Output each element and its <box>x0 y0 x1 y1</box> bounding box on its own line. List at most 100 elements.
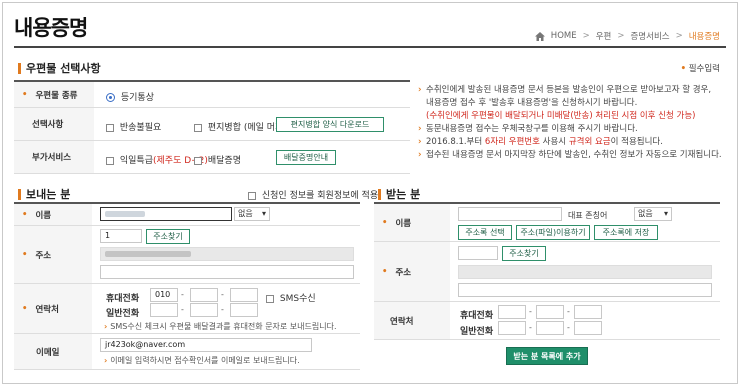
breadcrumb-sep: > <box>582 31 590 41</box>
label-receiver-name: • 이름 <box>374 204 450 241</box>
delivery-proof-info-button[interactable]: 배달증명안내 <box>276 150 336 165</box>
receiver-phone-2[interactable] <box>536 321 564 335</box>
sender-zip-input[interactable]: 1 <box>100 229 142 243</box>
row-receiver-address: • 주소 주소찾기 <box>374 242 720 302</box>
receiver-title-select[interactable]: 없음 <box>634 207 672 221</box>
label-addl-service: 부가서비스 <box>14 141 94 173</box>
info-item: 동문내용증명 접수는 우체국창구를 이용해 주시기 바랍니다. <box>418 123 722 136</box>
info-item: 접수된 내용증명 문서 마지막장 하단에 발송인, 수취인 정보가 자동으로 기… <box>418 149 722 162</box>
label-receiver-contact: 연락처 <box>374 302 450 339</box>
breadcrumb-item[interactable]: 우편 <box>596 30 612 42</box>
sender-phone-3[interactable] <box>230 303 258 317</box>
info-item: 수취인에게 발송된 내용증명 문서 등본을 발송인이 우편으로 받아보고자 할 … <box>418 84 722 97</box>
section-title-sender: 보내는 분 <box>18 186 70 202</box>
checkbox-label: SMS수신 <box>279 294 316 304</box>
receiver-phone-label: 일반전화 <box>460 327 494 337</box>
return-unneeded-checkbox[interactable]: 반송불필요 <box>106 120 161 133</box>
receiver-mobile-3[interactable] <box>574 305 602 319</box>
rep-title-label: 대표 존칭어 <box>568 211 608 220</box>
checkbox-icon[interactable] <box>106 123 114 132</box>
dash: - <box>529 307 532 316</box>
receiver-address-line2[interactable] <box>458 283 712 297</box>
info-item: 2016.8.1.부터 6자리 우편번호 사용시 규격외 요금이 적용됩니다. <box>418 136 722 149</box>
mail-type-radio[interactable]: 등기통상 <box>106 90 154 103</box>
checkbox-icon[interactable] <box>106 156 114 165</box>
radio-icon[interactable] <box>106 93 115 102</box>
row-mail-type: • 우편물 종류 등기통상 <box>14 82 410 108</box>
receiver-mobile-label: 휴대전화 <box>460 311 494 321</box>
row-addl-service: 부가서비스 익일특급(제주도 D+2) 배달증명 배달증명안내 <box>14 141 410 174</box>
row-receiver-contact: 연락처 휴대전화 - - 일반전화 - - <box>374 302 720 340</box>
checkbox-icon[interactable] <box>248 191 256 200</box>
sender-mobile-label: 휴대전화 <box>106 294 140 304</box>
mail-options-table: • 우편물 종류 등기통상 선택사항 반송불필요 편지병합 (메일 머지) 편지병… <box>14 80 410 174</box>
email-note: › 이메일 입력하시면 접수확인서를 이메일로 보내드립니다. <box>104 356 300 365</box>
receiver-zip-input[interactable] <box>458 246 498 260</box>
letter-merge-checkbox[interactable]: 편지병합 (메일 머지) <box>194 120 287 133</box>
breadcrumb-sep: > <box>675 31 683 41</box>
info-item-red: (수취인에게 우편물이 배달되거나 미배달(반송) 처리된 시점 이후 신청 가… <box>426 111 696 121</box>
home-icon[interactable] <box>534 31 545 41</box>
dash: - <box>181 305 184 314</box>
sender-address-line2[interactable] <box>100 265 354 279</box>
section-title-text: 받는 분 <box>386 188 421 201</box>
checkbox-label: 익일특급 <box>119 156 153 166</box>
delivery-proof-checkbox[interactable]: 배달증명 <box>194 153 241 166</box>
sender-table: •이름 없음 •주소 1 주소찾기 •연락처 휴대전화 010 - - SMS수… <box>14 202 360 370</box>
info-item-cont: 내용증명 접수 후 '발송후 내용증명'을 신청하시기 바랍니다. <box>426 98 638 108</box>
receiver-address-line1[interactable] <box>458 265 712 279</box>
address-file-button[interactable]: 주소(파일)이용하기 <box>516 225 590 240</box>
checkbox-icon[interactable] <box>194 156 202 165</box>
label-sender-contact: • 연락처 <box>14 284 92 333</box>
checkbox-label: 반송불필요 <box>119 123 162 133</box>
label-sender-email: 이메일 <box>14 334 92 369</box>
apply-member-checkbox[interactable]: 신청인 정보를 회원정보에 적용 <box>248 188 378 201</box>
receiver-mobile-1[interactable] <box>498 305 526 319</box>
express-checkbox[interactable]: 익일특급(제주도 D+2) <box>106 153 208 166</box>
sender-title-select[interactable]: 없음 <box>234 207 270 221</box>
row-receiver-name: •이름 대표 존칭어 없음 주소록 선택 주소(파일)이용하기 주소록에 저장 <box>374 204 720 242</box>
row-sender-email: 이메일 jr423ok@naver.com › 이메일 입력하시면 접수확인서를 … <box>14 334 360 370</box>
address-book-select-button[interactable]: 주소록 선택 <box>458 225 512 240</box>
section-title-mail-options: 우편물 선택사항 <box>18 60 101 76</box>
address-book-save-button[interactable]: 주소록에 저장 <box>594 225 658 240</box>
section-bar-icon <box>378 188 381 200</box>
row-sender-contact: • 연락처 휴대전화 010 - - SMS수신 일반전화 - - › SMS수신 … <box>14 284 360 334</box>
breadcrumb-item[interactable]: 증명서비스 <box>630 30 669 42</box>
breadcrumb-current: 내용증명 <box>688 32 720 42</box>
letter-merge-download-button[interactable]: 편지병합 양식 다운로드 <box>276 117 384 132</box>
sender-mobile-3[interactable] <box>230 288 258 302</box>
sender-email-input[interactable]: jr423ok@naver.com <box>100 338 312 352</box>
sender-find-address-button[interactable]: 주소찾기 <box>146 229 190 244</box>
section-title-text: 우편물 선택사항 <box>26 62 101 75</box>
receiver-phone-3[interactable] <box>574 321 602 335</box>
receiver-phone-1[interactable] <box>498 321 526 335</box>
dash: - <box>529 323 532 332</box>
sender-mobile-1[interactable]: 010 <box>150 288 178 302</box>
sms-checkbox[interactable]: SMS수신 <box>266 291 316 304</box>
section-bar-icon <box>18 62 21 74</box>
sender-phone-2[interactable] <box>190 303 218 317</box>
sender-name-input[interactable] <box>100 207 232 221</box>
checkbox-icon[interactable] <box>266 294 274 303</box>
row-sender-name: • 이름 없음 <box>14 204 360 226</box>
receiver-name-input[interactable] <box>458 207 562 221</box>
label-mail-type: • 우편물 종류 <box>14 82 94 107</box>
breadcrumb: HOME > 우편 > 증명서비스 > 내용증명 <box>534 30 720 42</box>
breadcrumb-home[interactable]: HOME <box>551 31 577 41</box>
receiver-table: •이름 대표 존칭어 없음 주소록 선택 주소(파일)이용하기 주소록에 저장 … <box>374 202 720 340</box>
sms-note: › SMS수신 체크시 우편물 배달결과를 휴대전화 문자로 보내드립니다. <box>104 322 337 331</box>
receiver-mobile-2[interactable] <box>536 305 564 319</box>
receiver-find-address-button[interactable]: 주소찾기 <box>502 246 546 261</box>
redacted-text <box>105 211 145 217</box>
row-options: 선택사항 반송불필요 편지병합 (메일 머지) 편지병합 양식 다운로드 <box>14 108 410 141</box>
sender-phone-1[interactable] <box>150 303 178 317</box>
title-divider <box>14 46 726 48</box>
breadcrumb-sep: > <box>617 31 625 41</box>
add-receiver-button[interactable]: 받는 분 목록에 추가 <box>506 347 588 365</box>
checkbox-label: 배달증명 <box>207 156 241 166</box>
sender-address-line1[interactable] <box>100 247 354 261</box>
checkbox-icon[interactable] <box>194 123 202 132</box>
sender-mobile-2[interactable] <box>190 288 218 302</box>
redacted-text <box>105 251 191 257</box>
